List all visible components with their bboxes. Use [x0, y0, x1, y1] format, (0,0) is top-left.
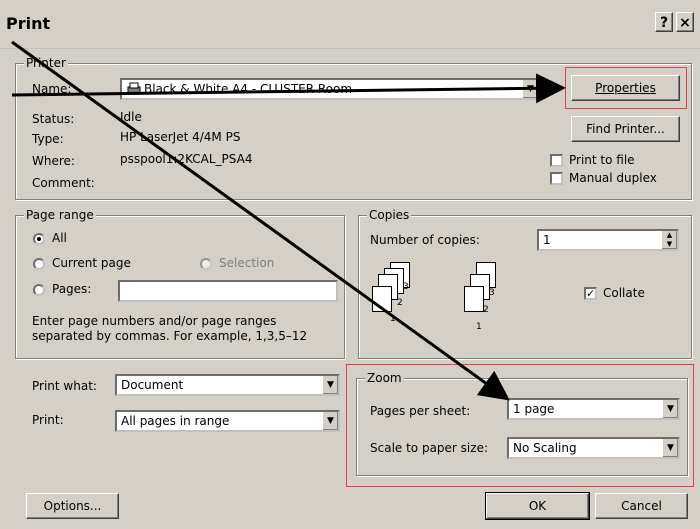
arrow-to-properties: [11, 73, 566, 104]
arrow-to-pages-per-sheet: [11, 40, 510, 401]
print-dialog: Print ? × Printer Name: Black & White A4…: [0, 0, 700, 529]
annotation-arrows: [11, 40, 566, 401]
